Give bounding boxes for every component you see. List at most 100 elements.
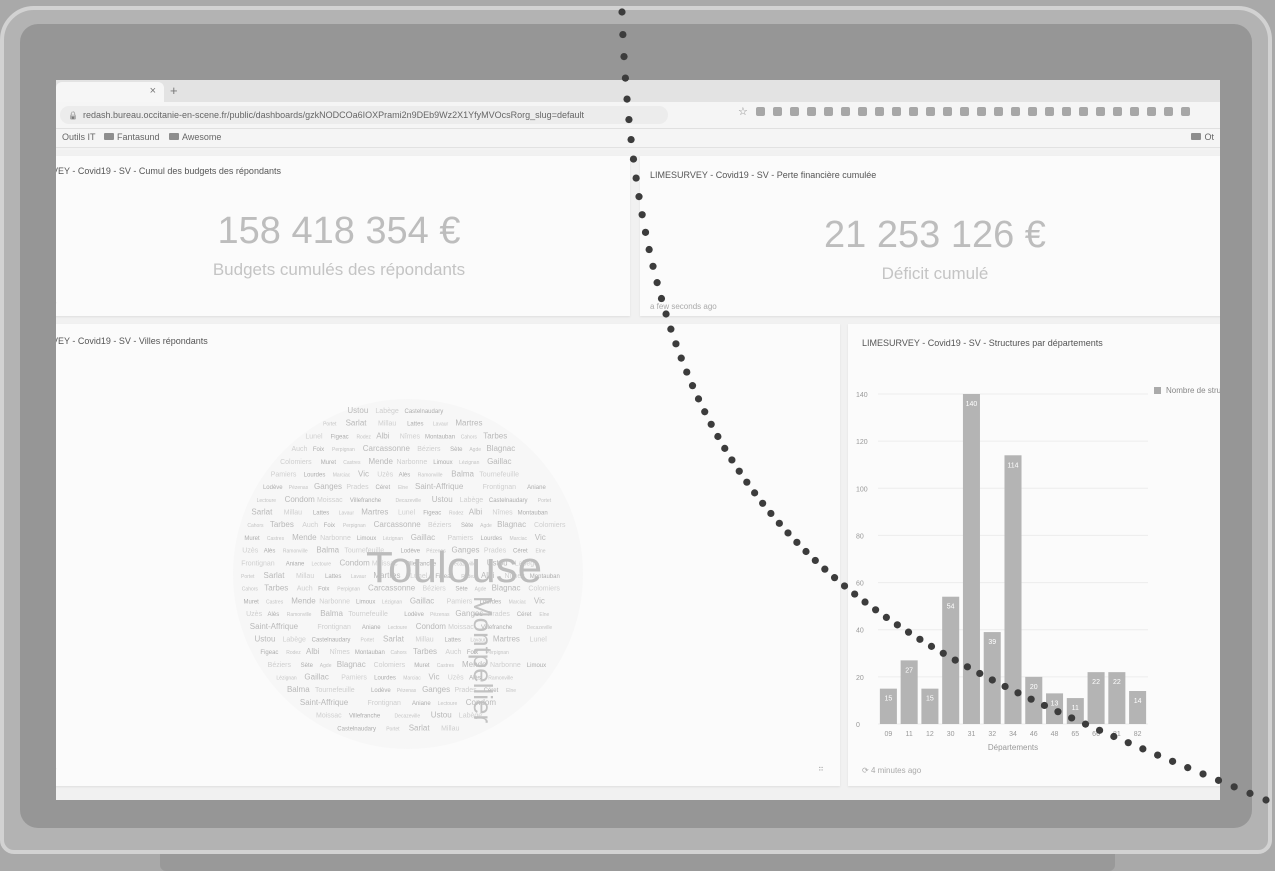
extension-icon[interactable] (790, 107, 799, 116)
bookmark-label: Fantasund (117, 132, 160, 142)
extension-icon[interactable] (841, 107, 850, 116)
extension-icon[interactable] (807, 107, 816, 116)
widget-footer: a few seconds ago (650, 302, 717, 311)
cloud-word: Gaillac (304, 673, 328, 682)
cloud-word: Narbonne (319, 598, 350, 605)
cloud-word: Portet (361, 637, 375, 643)
cloud-word: Blagnac (497, 520, 526, 529)
cloud-word: Foix (313, 447, 324, 453)
x-axis-label: Départements (988, 743, 1038, 752)
browser-tab[interactable]: × (56, 82, 164, 102)
extension-icon[interactable] (994, 107, 1003, 116)
cloud-word: Balma (320, 609, 343, 618)
resize-handle-icon[interactable]: ⠶ (818, 764, 824, 773)
extension-icon[interactable] (756, 107, 765, 116)
bookmark-fantasund[interactable]: Fantasund (104, 132, 160, 142)
extension-icon[interactable] (1062, 107, 1071, 116)
extension-icon[interactable] (1011, 107, 1020, 116)
x-tick-label: 82 (1134, 731, 1142, 738)
extension-icon[interactable] (1147, 107, 1156, 116)
cloud-word: Alès (264, 549, 276, 555)
extension-icon[interactable] (926, 107, 935, 116)
cloud-word: Villefranche (349, 714, 381, 720)
cloud-word: Figeac (331, 434, 349, 440)
cloud-word: Aniane (362, 625, 381, 631)
extension-icon[interactable] (1045, 107, 1054, 116)
new-tab-button[interactable]: + (170, 83, 178, 98)
bookmark-outils[interactable]: Outils IT (62, 132, 96, 142)
cloud-word: Lavaur (339, 511, 355, 517)
bar[interactable] (921, 688, 939, 724)
extension-icon[interactable] (858, 107, 867, 116)
cloud-word: Colomiers (374, 662, 406, 669)
extension-icon[interactable] (1113, 107, 1122, 116)
extension-icon[interactable] (909, 107, 918, 116)
cloud-word: Nîmes (492, 510, 513, 517)
extension-icon[interactable] (943, 107, 952, 116)
extension-icon[interactable] (1181, 107, 1190, 116)
bar[interactable] (1004, 455, 1022, 724)
cloud-word: Carcassonne (374, 520, 422, 529)
cloud-word: Auch (302, 522, 318, 529)
cloud-word: Auch (297, 586, 313, 593)
y-tick-label: 80 (856, 533, 864, 540)
extension-icon[interactable] (875, 107, 884, 116)
x-tick-label: 12 (926, 731, 934, 738)
cloud-word: Pamiers (341, 675, 367, 682)
cloud-word: Lourdes (304, 472, 326, 478)
cloud-word: Aniane (286, 561, 305, 567)
extension-icon[interactable] (1130, 107, 1139, 116)
cloud-word: Uzès (448, 675, 464, 682)
bar[interactable] (879, 688, 897, 724)
extension-icon[interactable] (824, 107, 833, 116)
cloud-word: Tournefeuille (348, 611, 388, 618)
y-tick-label: 0 (856, 722, 860, 729)
url-input[interactable]: 🔒 redash.bureau.occitanie-en-scene.fr/pub… (60, 106, 668, 124)
extension-icon[interactable] (1164, 107, 1173, 116)
cloud-word: Lattes (445, 637, 461, 643)
cloud-word: Narbonne (320, 535, 351, 542)
bookmark-other[interactable]: Ot (1191, 132, 1214, 142)
cloud-word: Carcassonne (363, 444, 411, 453)
bar-value-label: 39 (988, 639, 996, 646)
cloud-word: Vic (429, 673, 440, 682)
cloud-word: Béziers (417, 446, 441, 453)
extension-icon[interactable] (977, 107, 986, 116)
extension-icon[interactable] (1096, 107, 1105, 116)
cloud-word: Tarbes (270, 520, 294, 529)
bar-value-label: 114 (1007, 462, 1018, 469)
bar[interactable] (942, 596, 960, 724)
cloud-word: Decazeville (396, 498, 422, 504)
bar-value-label: 22 (1092, 679, 1100, 686)
bar-value-label: 54 (947, 604, 955, 611)
widget-footer: ⟳ 4 minutes ago (862, 766, 922, 775)
cloud-word: Sarlat (383, 634, 405, 643)
tab-close-icon[interactable]: × (150, 85, 156, 97)
cloud-word: Ustou (432, 495, 453, 504)
bar-value-label: 140 (966, 401, 978, 408)
cloud-word: Perpignan (343, 523, 366, 529)
cloud-word: Millau (284, 510, 302, 517)
bookmark-star-icon[interactable]: ☆ (738, 105, 748, 118)
extension-icon[interactable] (1079, 107, 1088, 116)
cloud-word: Castelnaudary (312, 637, 351, 643)
bookmark-awesome[interactable]: Awesome (169, 132, 221, 142)
cloud-word: Foix (324, 523, 335, 529)
cloud-word: Vic (535, 533, 546, 542)
cloud-word: Lodève (371, 688, 391, 694)
extension-icon[interactable] (773, 107, 782, 116)
cloud-word: Muret (321, 460, 337, 466)
cloud-word: Moissac (317, 497, 343, 504)
extension-icon[interactable] (1028, 107, 1037, 116)
bar[interactable] (1129, 691, 1147, 724)
extension-icon[interactable] (892, 107, 901, 116)
cloud-word: Cahors (391, 650, 408, 656)
bar[interactable] (962, 394, 980, 724)
bar[interactable] (1046, 693, 1064, 724)
y-tick-label: 140 (856, 392, 868, 399)
cloud-word: Cahors (461, 434, 478, 440)
cloud-word: Lattes (325, 574, 341, 580)
extension-icon[interactable] (960, 107, 969, 116)
cloud-word: Moissac (316, 713, 342, 720)
x-tick-label: 09 (884, 731, 892, 738)
